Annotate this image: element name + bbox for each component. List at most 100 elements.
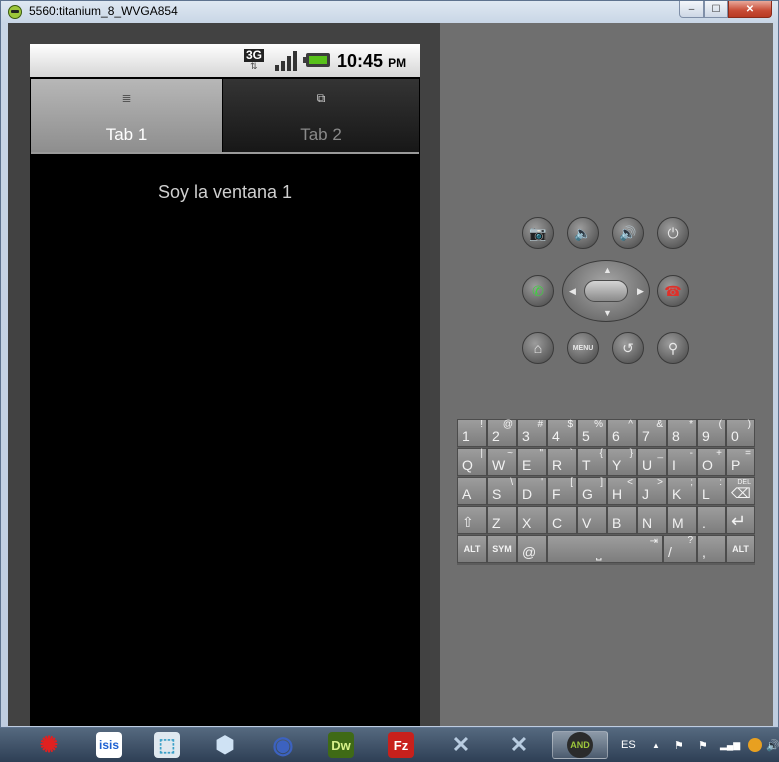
volume-icon[interactable]: 🔊 xyxy=(766,739,779,752)
key-j[interactable]: J > xyxy=(637,477,667,505)
key-5[interactable]: 5% xyxy=(577,419,607,447)
tab-2[interactable]: ⧉ Tab 2 xyxy=(223,79,419,152)
key-alt-left[interactable]: ALT xyxy=(457,535,487,563)
key-slash[interactable]: /? xyxy=(663,535,697,563)
dpad[interactable]: ▲ ▼ ◀ ▶ xyxy=(562,260,650,322)
key-t[interactable]: T{ xyxy=(577,448,607,476)
key-c[interactable]: C xyxy=(547,506,577,534)
dpad-center-button[interactable] xyxy=(584,280,628,302)
camera-button[interactable]: 📷 xyxy=(522,217,554,249)
home-button[interactable]: ⌂ xyxy=(522,332,554,364)
key-z[interactable]: Z xyxy=(487,506,517,534)
key-3[interactable]: 3 # xyxy=(517,419,547,447)
key-o[interactable]: O + xyxy=(697,448,726,476)
key-u[interactable]: U _ xyxy=(637,448,667,476)
android-emulator-icon: AND xyxy=(567,732,593,758)
action-center-icon[interactable]: ⚑ xyxy=(698,739,708,752)
key-alt-right[interactable]: ALT xyxy=(726,535,755,563)
dpad-up-icon[interactable]: ▲ xyxy=(603,266,612,275)
dpad-right-icon[interactable]: ▶ xyxy=(637,287,644,296)
key-y[interactable]: Y} xyxy=(607,448,637,476)
key-m[interactable]: M xyxy=(667,506,697,534)
taskbar-app-9[interactable]: ✕ xyxy=(494,731,544,759)
key-enter[interactable]: ↵ xyxy=(726,506,755,534)
menu-button[interactable]: MENU xyxy=(567,332,599,364)
key-4[interactable]: 4 $ xyxy=(547,419,577,447)
key-i[interactable]: I- xyxy=(667,448,697,476)
taskbar-app-eclipse[interactable]: ◉ xyxy=(258,731,308,759)
search-button[interactable]: ⚲ xyxy=(657,332,689,364)
key-del[interactable]: ⌫ DEL xyxy=(726,477,755,505)
network-icon[interactable]: ▂▄▆ xyxy=(720,740,740,751)
key-e[interactable]: E " xyxy=(517,448,547,476)
minimize-button[interactable]: – xyxy=(679,1,704,18)
key-6[interactable]: 6 ^ xyxy=(607,419,637,447)
language-indicator[interactable]: ES xyxy=(621,739,636,751)
key-v[interactable]: V xyxy=(577,506,607,534)
eclipse-icon: ◉ xyxy=(272,731,294,759)
close-button[interactable]: ✕ xyxy=(728,1,772,18)
key-w[interactable]: W ~ xyxy=(487,448,517,476)
taskbar-app-android[interactable]: AND xyxy=(552,731,608,759)
avast-icon[interactable] xyxy=(748,738,762,752)
emulator-client: 3G ⇅ 10:45 PM ≣ Tab 1 ⧉ Tab 2 Soy la ven… xyxy=(8,23,773,726)
key-q[interactable]: Q | xyxy=(457,448,487,476)
key-0[interactable]: 0) xyxy=(726,419,755,447)
taskbar-app-1[interactable]: ✺ xyxy=(24,731,74,759)
key-shift[interactable]: ⇧ xyxy=(457,506,487,534)
tab-bar: ≣ Tab 1 ⧉ Tab 2 xyxy=(30,79,420,153)
key-h[interactable]: H < xyxy=(607,477,637,505)
tab-2-label: Tab 2 xyxy=(300,125,342,144)
tab-1[interactable]: ≣ Tab 1 xyxy=(31,79,222,152)
back-button[interactable]: ↺ xyxy=(612,332,644,364)
end-call-button[interactable]: ☎ xyxy=(657,275,689,307)
key-sym[interactable]: SYM xyxy=(487,535,517,563)
key-2[interactable]: 2 @ xyxy=(487,419,517,447)
key-n[interactable]: N xyxy=(637,506,667,534)
key-d[interactable]: D ' xyxy=(517,477,547,505)
key-k[interactable]: K; xyxy=(667,477,697,505)
key-r[interactable]: R ` xyxy=(547,448,577,476)
key-b[interactable]: B xyxy=(607,506,637,534)
taskbar: ✺ isis ⬚ ⬢ ◉ Dw Fz ✕ ✕ AND ES ▲ ⚑ ⚑ ▂▄▆ … xyxy=(0,728,779,762)
app-red-icon: ✺ xyxy=(39,732,59,757)
key-7[interactable]: 7 & xyxy=(637,419,667,447)
key-x[interactable]: X xyxy=(517,506,547,534)
maximize-button[interactable]: ☐ xyxy=(704,1,728,18)
tray-app-icon[interactable]: ⚑ xyxy=(674,739,684,752)
key-a[interactable]: A xyxy=(457,477,487,505)
key-p[interactable]: P = xyxy=(726,448,755,476)
taskbar-app-isis[interactable]: isis xyxy=(84,731,134,759)
key-period[interactable]: . xyxy=(697,506,726,534)
window-title: 5560:titanium_8_WVGA854 xyxy=(29,4,178,18)
taskbar-app-dreamweaver[interactable]: Dw xyxy=(316,731,366,759)
taskbar-app-8[interactable]: ✕ xyxy=(436,731,486,759)
dpad-down-icon[interactable]: ▼ xyxy=(603,309,612,318)
key-f[interactable]: F[ xyxy=(547,477,577,505)
3g-icon: 3G ⇅ xyxy=(244,48,265,71)
title-bar[interactable]: 5560:titanium_8_WVGA854 – ☐ ✕ xyxy=(1,1,778,23)
key-9[interactable]: 9( xyxy=(697,419,726,447)
key-space[interactable]: ⎵ ⇥ xyxy=(547,535,663,563)
key-s[interactable]: S \ xyxy=(487,477,517,505)
taskbar-app-4[interactable]: ⬢ xyxy=(200,731,250,759)
device-bezel: 3G ⇅ 10:45 PM ≣ Tab 1 ⧉ Tab 2 Soy la ven… xyxy=(8,23,440,726)
key-1[interactable]: 1! xyxy=(457,419,487,447)
dpad-left-icon[interactable]: ◀ xyxy=(569,287,576,296)
battery-icon xyxy=(303,53,330,67)
taskbar-app-filezilla[interactable]: Fz xyxy=(376,731,426,759)
tray-expand-icon[interactable]: ▲ xyxy=(652,741,660,750)
backspace-icon: ⌫ xyxy=(731,485,751,501)
status-bar[interactable]: 3G ⇅ 10:45 PM xyxy=(30,44,420,77)
taskbar-app-3[interactable]: ⬚ xyxy=(142,731,192,759)
key-at[interactable]: @ xyxy=(517,535,547,563)
key-comma[interactable]: , xyxy=(697,535,726,563)
key-8[interactable]: 8 * xyxy=(667,419,697,447)
shift-icon: ⇧ xyxy=(462,514,474,530)
key-l[interactable]: L: xyxy=(697,477,726,505)
volume-up-button[interactable]: 🔊 xyxy=(612,217,644,249)
volume-down-button[interactable]: 🔈 xyxy=(567,217,599,249)
call-button[interactable]: ✆ xyxy=(522,275,554,307)
power-button[interactable]: ⏻ xyxy=(657,217,689,249)
key-g[interactable]: G] xyxy=(577,477,607,505)
